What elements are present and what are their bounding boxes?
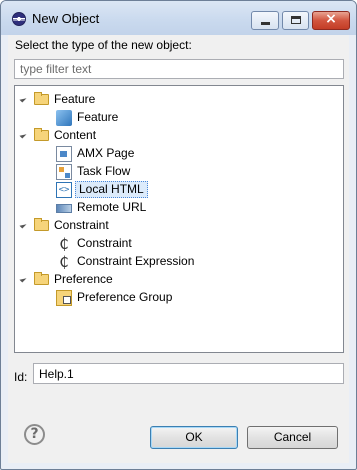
- expand-arrow-icon[interactable]: [19, 95, 27, 103]
- cancel-button[interactable]: Cancel: [247, 426, 338, 449]
- folder-icon: [34, 272, 49, 285]
- title-bar[interactable]: New Object ×: [1, 1, 356, 35]
- maximize-icon: [291, 16, 301, 24]
- eclipse-app-icon: [12, 12, 26, 26]
- dialog-content: Select the type of the new object: Featu…: [8, 35, 349, 463]
- filter-input[interactable]: [14, 59, 344, 79]
- folder-icon: [34, 218, 49, 231]
- maximize-button[interactable]: [282, 11, 309, 30]
- expand-arrow-icon[interactable]: [19, 275, 27, 283]
- task-flow-icon: [56, 164, 72, 180]
- prompt-label: Select the type of the new object:: [15, 38, 192, 52]
- ok-button[interactable]: OK: [150, 426, 238, 449]
- close-button[interactable]: ×: [312, 11, 350, 30]
- amx-page-icon: [56, 146, 72, 162]
- help-icon: ?: [30, 426, 39, 442]
- new-object-dialog: New Object × Select the type of the new …: [0, 0, 357, 470]
- feature-cube-icon: [56, 110, 72, 126]
- preference-group-icon: [56, 290, 72, 306]
- constraint-expression-icon: ₵: [59, 253, 69, 271]
- folder-icon: [34, 92, 49, 105]
- expand-arrow-icon[interactable]: [19, 221, 27, 229]
- minimize-button[interactable]: [251, 11, 279, 30]
- folder-icon: [34, 128, 49, 141]
- window-title: New Object: [32, 11, 100, 26]
- help-button[interactable]: ?: [24, 424, 45, 445]
- url-icon: [56, 204, 72, 213]
- minimize-icon: [261, 22, 270, 25]
- constraint-icon: ₵: [59, 235, 69, 253]
- id-input[interactable]: [33, 363, 344, 384]
- close-icon: ×: [325, 11, 337, 27]
- id-label: Id:: [14, 370, 28, 384]
- object-type-tree[interactable]: Feature Feature Content AMX Page Task Fl…: [14, 85, 344, 353]
- html-file-icon: <>: [56, 182, 72, 198]
- expand-arrow-icon[interactable]: [19, 131, 27, 139]
